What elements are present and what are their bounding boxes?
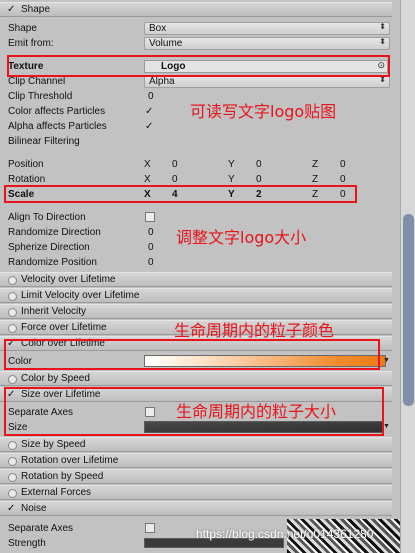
shape-value: Box	[149, 23, 167, 34]
emit-from-value: Volume	[149, 38, 183, 49]
emit-from-row: Emit from: Volume ⬍	[0, 36, 392, 51]
module-title: Force over Lifetime	[21, 322, 107, 333]
shape-dropdown[interactable]: Box ⬍	[144, 22, 390, 35]
spherize-direction-field[interactable]: 0	[148, 242, 154, 253]
disabled-toggle-icon[interactable]	[8, 441, 17, 450]
annotation-note-size: 生命周期内的粒子大小	[176, 402, 337, 421]
x-label: X	[144, 174, 151, 185]
y-label: Y	[228, 174, 235, 185]
updown-arrow-icon: ⬍	[379, 37, 386, 46]
module-header-color-by-speed[interactable]: Color by Speed	[0, 371, 392, 386]
randomize-direction-field[interactable]: 0	[148, 227, 154, 238]
annotation-box-scale	[4, 185, 357, 203]
align-direction-row: Align To Direction	[0, 210, 392, 225]
module-title: Noise	[21, 503, 47, 514]
module-title: Rotation by Speed	[21, 471, 104, 482]
emit-from-label: Emit from:	[8, 38, 54, 49]
randomize-position-label: Randomize Position	[8, 257, 97, 268]
annotation-note-color: 生命周期内的粒子颜色	[174, 321, 335, 340]
clip-channel-value: Alpha	[149, 76, 175, 87]
rotation-z-field[interactable]: 0	[340, 174, 346, 185]
separate-axes-checkbox[interactable]	[145, 523, 155, 533]
position-row: Position X 0 Y 0 Z 0	[0, 157, 392, 172]
z-label: Z	[312, 174, 319, 185]
position-z-field[interactable]: 0	[340, 159, 346, 170]
dropdown-arrow-icon[interactable]: ▼	[383, 423, 390, 430]
clip-threshold-field[interactable]: 0	[148, 91, 154, 102]
module-title: Size by Speed	[21, 439, 86, 450]
shape-label: Shape	[8, 23, 37, 34]
updown-arrow-icon: ⬍	[379, 22, 386, 31]
randomize-position-row: Randomize Position 0	[0, 255, 392, 270]
position-x-field[interactable]: 0	[172, 159, 178, 170]
disabled-toggle-icon[interactable]	[8, 375, 17, 384]
scrollbar-thumb[interactable]	[403, 214, 414, 406]
x-label: X	[144, 159, 151, 170]
disabled-toggle-icon[interactable]	[8, 276, 17, 285]
alpha-affects-checkbox[interactable]: ✓	[145, 121, 153, 132]
y-label: Y	[228, 159, 235, 170]
module-title: Shape	[21, 4, 50, 15]
module-title: Color by Speed	[21, 373, 90, 384]
module-title: Limit Velocity over Lifetime	[21, 290, 140, 301]
emit-from-dropdown[interactable]: Volume ⬍	[144, 37, 390, 50]
separate-axes-label: Separate Axes	[8, 523, 74, 534]
bilinear-label: Bilinear Filtering	[8, 136, 80, 147]
rotation-y-field[interactable]: 0	[256, 174, 262, 185]
z-label: Z	[312, 159, 319, 170]
disabled-toggle-icon[interactable]	[8, 292, 17, 301]
align-direction-checkbox[interactable]	[145, 212, 155, 222]
strength-label: Strength	[8, 538, 46, 549]
scrollbar[interactable]	[400, 0, 415, 553]
enabled-check-icon[interactable]: ✓	[7, 503, 15, 514]
clip-threshold-label: Clip Threshold	[8, 91, 73, 102]
rotation-x-field[interactable]: 0	[172, 174, 178, 185]
position-label: Position	[8, 159, 44, 170]
disabled-toggle-icon[interactable]	[8, 457, 17, 466]
module-title: External Forces	[21, 487, 92, 498]
disabled-toggle-icon[interactable]	[8, 473, 17, 482]
module-header-rotation-over-lifetime[interactable]: Rotation over Lifetime	[0, 453, 392, 468]
annotation-box-color	[4, 339, 380, 370]
module-header-velocity[interactable]: Velocity over Lifetime	[0, 272, 392, 287]
annotation-box-texture	[7, 55, 390, 77]
module-header-shape[interactable]: ✓ Shape	[0, 2, 392, 17]
watermark: https://blog.csdn.net/u014361280	[196, 527, 374, 541]
module-header-noise[interactable]: ✓ Noise	[0, 501, 392, 516]
rotation-label: Rotation	[8, 174, 46, 185]
color-affects-checkbox[interactable]: ✓	[145, 106, 153, 117]
spherize-direction-label: Spherize Direction	[8, 242, 90, 253]
disabled-toggle-icon[interactable]	[8, 489, 17, 498]
alpha-affects-label: Alpha affects Particles	[8, 121, 107, 132]
module-header-rotation-by-speed[interactable]: Rotation by Speed	[0, 469, 392, 484]
module-header-external-forces[interactable]: External Forces	[0, 485, 392, 500]
module-title: Rotation over Lifetime	[21, 455, 119, 466]
randomize-direction-label: Randomize Direction	[8, 227, 101, 238]
module-header-limit-velocity[interactable]: Limit Velocity over Lifetime	[0, 288, 392, 303]
module-title: Inherit Velocity	[21, 306, 87, 317]
annotation-note-scale: 调整文字logo大小	[176, 228, 307, 247]
annotation-note-texture: 可读写文字logo贴图	[190, 102, 337, 121]
randomize-position-field[interactable]: 0	[148, 257, 154, 268]
particle-system-inspector: ✓ Shape Shape Box ⬍ Emit from: Volume ⬍ …	[0, 0, 400, 553]
clip-channel-label: Clip Channel	[8, 76, 66, 87]
bilinear-row: Bilinear Filtering	[0, 134, 392, 149]
enabled-check-icon[interactable]: ✓	[7, 4, 15, 15]
align-direction-label: Align To Direction	[8, 212, 86, 223]
shape-row: Shape Box ⬍	[0, 21, 392, 36]
disabled-toggle-icon[interactable]	[8, 324, 17, 333]
disabled-toggle-icon[interactable]	[8, 308, 17, 317]
module-header-size-by-speed[interactable]: Size by Speed	[0, 437, 392, 452]
module-title: Velocity over Lifetime	[21, 274, 116, 285]
color-affects-label: Color affects Particles	[8, 106, 106, 117]
position-y-field[interactable]: 0	[256, 159, 262, 170]
dropdown-arrow-icon[interactable]: ▼	[383, 357, 390, 364]
